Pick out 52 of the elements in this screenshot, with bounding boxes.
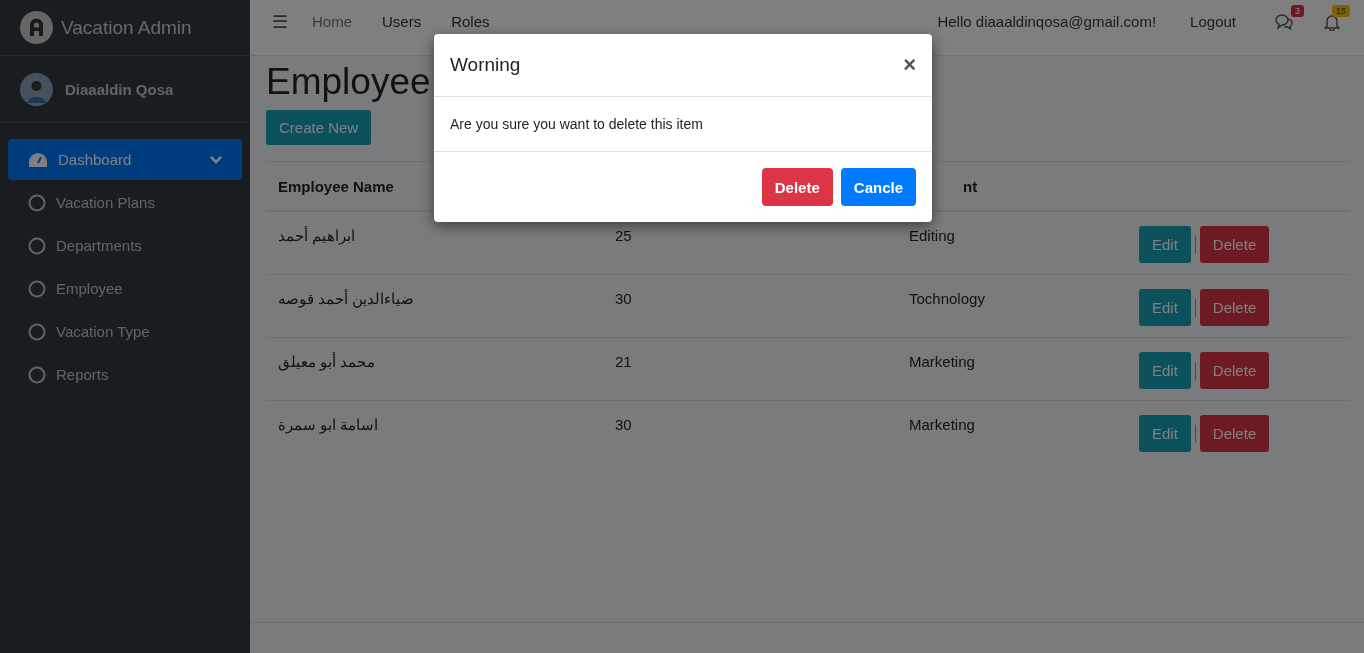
cancel-button[interactable]: Cancle (840, 168, 916, 206)
edit-button[interactable]: Edit (1139, 415, 1191, 452)
table-cell: 30 (615, 290, 632, 307)
sidebar-item[interactable]: Reports (8, 354, 242, 395)
delete-button[interactable]: Delete (1199, 289, 1270, 326)
modal-message: Are you sure you want to delete this item (450, 116, 703, 132)
sidebar-item[interactable]: Dashboard (8, 139, 242, 180)
delete-button[interactable]: Delete (1199, 352, 1270, 389)
gauge-icon (28, 151, 48, 168)
column-header: nt (963, 177, 978, 195)
menu-icon[interactable]: ☰ (272, 10, 288, 33)
circle-icon (28, 193, 46, 212)
sidebar-item[interactable]: Employee (8, 268, 242, 309)
logout-link[interactable]: Logout (1190, 13, 1236, 30)
table-cell: 30 (615, 416, 632, 433)
table-cell: ابراهيم أحمد (278, 227, 356, 244)
nav-link[interactable]: Users (382, 13, 422, 30)
edit-button[interactable]: Edit (1139, 352, 1191, 389)
delete-button[interactable]: Delete (1199, 415, 1270, 452)
circle-icon (28, 236, 46, 255)
logo-icon (20, 11, 53, 44)
table-cell: Tochnology (909, 290, 985, 307)
chevron-icon (210, 155, 222, 164)
column-header: Employee Name (278, 177, 394, 195)
sidebar-item[interactable]: Vacation Plans (8, 182, 242, 223)
sidebar-item[interactable]: Vacation Type (8, 311, 242, 352)
table-cell: اسامة ابو سمرة (278, 416, 379, 433)
confirm-delete-button[interactable]: Delete (761, 168, 833, 206)
circle-icon (28, 322, 46, 341)
nav-link[interactable]: Home (312, 13, 352, 30)
page-title: Employee (266, 60, 431, 104)
user-name[interactable]: Diaaaldin Qosa (65, 80, 174, 98)
circle-icon (28, 365, 46, 384)
table-cell: Marketing (909, 353, 975, 370)
table-cell: محمد أبو معيلق (278, 353, 376, 370)
create-new-button[interactable]: Create New (266, 110, 372, 145)
table-cell: ضياءالدين أحمد قوصه (278, 290, 415, 307)
sidebar-item[interactable]: Departments (8, 225, 242, 266)
edit-button[interactable]: Edit (1139, 289, 1191, 326)
edit-button[interactable]: Edit (1139, 226, 1191, 263)
greeting: Hello diaaaldinqosa@gmail.com! (937, 13, 1157, 30)
table-cell: 21 (615, 353, 632, 370)
modal-title: Worning (450, 54, 521, 76)
close-button[interactable]: × (903, 52, 916, 78)
table-cell: 25 (615, 227, 632, 244)
avatar-icon (20, 72, 53, 106)
app-title[interactable]: Vacation Admin (61, 16, 192, 39)
delete-button[interactable]: Delete (1199, 226, 1270, 263)
table-cell: Editing (909, 227, 955, 244)
circle-icon (28, 279, 46, 298)
table-cell: Marketing (909, 416, 975, 433)
nav-link[interactable]: Roles (451, 13, 490, 30)
